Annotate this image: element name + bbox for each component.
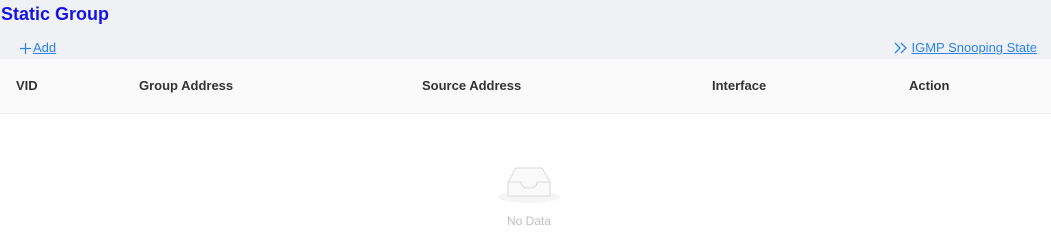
column-header-vid: VID	[16, 78, 38, 93]
table-header: VID Group Address Source Address Interfa…	[0, 59, 1051, 114]
column-header-action: Action	[909, 78, 950, 93]
double-chevron-right-icon	[895, 42, 908, 54]
igmp-snooping-state-link[interactable]: IGMP Snooping State	[894, 40, 1037, 56]
table-body: No Data	[0, 114, 1051, 235]
column-header-interface: Interface	[712, 78, 767, 93]
column-header-group-address: Group Address	[139, 78, 234, 93]
page-title: Static Group	[1, 4, 110, 24]
add-button[interactable]: Add	[19, 40, 56, 56]
empty-state-text: No Data	[506, 214, 552, 228]
empty-inbox-icon	[498, 167, 560, 203]
add-button-label: Add	[33, 40, 57, 55]
column-header-source-address: Source Address	[422, 78, 522, 93]
plus-icon	[20, 42, 31, 54]
igmp-snooping-state-label: IGMP Snooping State	[911, 40, 1037, 55]
